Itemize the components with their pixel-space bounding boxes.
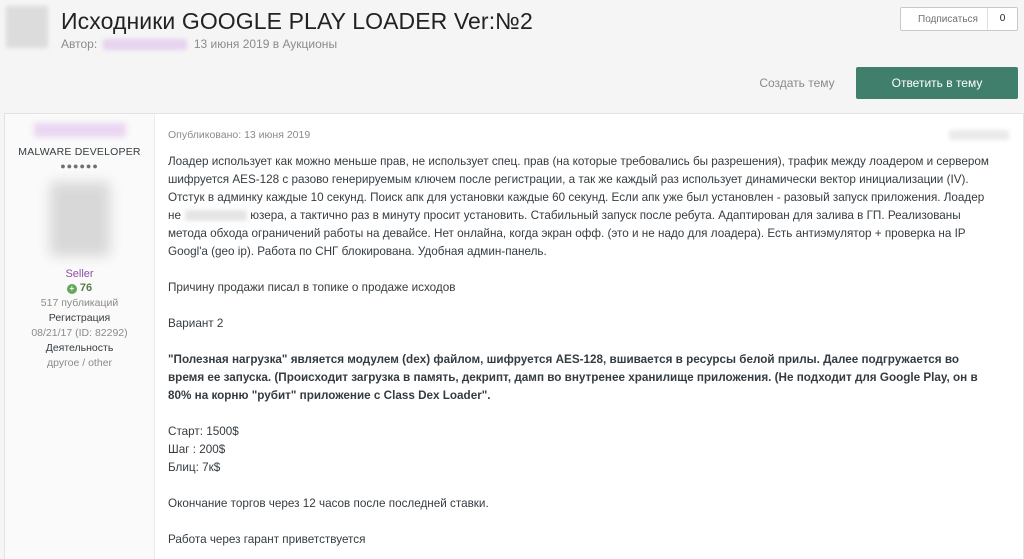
rank-pips: ●●●●●● [60,161,99,171]
activity-label: Деятельность [45,342,114,354]
paragraph-description: Лоадер использует как можно меньше прав,… [168,153,996,261]
author-name-redacted[interactable] [33,123,126,137]
description-part2: юзера, а тактично раз в минуту просит ус… [168,209,966,258]
price-start: Старт: 1500$ [168,425,239,438]
post-content: Опубликовано: 13 июня 2019 Лоадер исполь… [168,114,998,549]
author-sidebar: MALWARE DEVELOPER ●●●●●● Seller + 76 517… [5,114,155,559]
post-body: Лоадер использует как можно меньше прав,… [168,153,996,549]
price-blitz: Блиц: 7к$ [168,461,221,474]
published-date: Опубликовано: 13 июня 2019 [168,129,311,141]
paragraph-payload: "Полезная нагрузка" является модулем (de… [168,353,978,402]
post: MALWARE DEVELOPER ●●●●●● Seller + 76 517… [4,113,1024,559]
follow-count: 0 [987,8,1017,30]
paragraph-auction-end: Окончание торгов через 12 часов после по… [168,497,489,510]
paragraph-reason: Причину продажи писал в топике о продаже… [168,281,456,294]
paragraph-variant: Вариант 2 [168,317,224,330]
author-label: Автор: [61,37,98,51]
activity-value: другое / other [46,357,113,369]
reputation-badge: + 76 [5,282,154,294]
registered-value: 08/21/17 (ID: 82292) [31,327,128,339]
author-rank: MALWARE DEVELOPER [18,146,141,158]
author-link-redacted[interactable] [102,39,187,51]
plus-icon: + [66,284,77,294]
price-step: Шаг : 200$ [168,443,226,456]
redacted-word [184,210,247,222]
topic-date-forum: 13 июня 2019 в Аукционы [193,37,338,51]
follow-label: Подписаться [918,13,978,25]
topic-meta: Автор: 13 июня 2019 в Аукционы [61,37,337,51]
post-count: 517 публикаций [40,297,119,309]
paragraph-escrow: Работа через гарант приветствуется [168,533,366,546]
registered-label: Регистрация [48,312,111,324]
follow-button[interactable]: Подписаться 0 [900,7,1018,31]
reply-button[interactable]: Ответить в тему [856,67,1018,99]
topic-starter-avatar[interactable] [6,6,48,48]
author-avatar[interactable] [49,182,110,256]
reputation-value: 76 [79,282,93,294]
author-group: Seller [65,268,94,280]
page-title: Исходники GOOGLE PLAY LOADER Ver:№2 [61,8,533,34]
create-topic-button[interactable]: Создать тему [752,68,842,98]
